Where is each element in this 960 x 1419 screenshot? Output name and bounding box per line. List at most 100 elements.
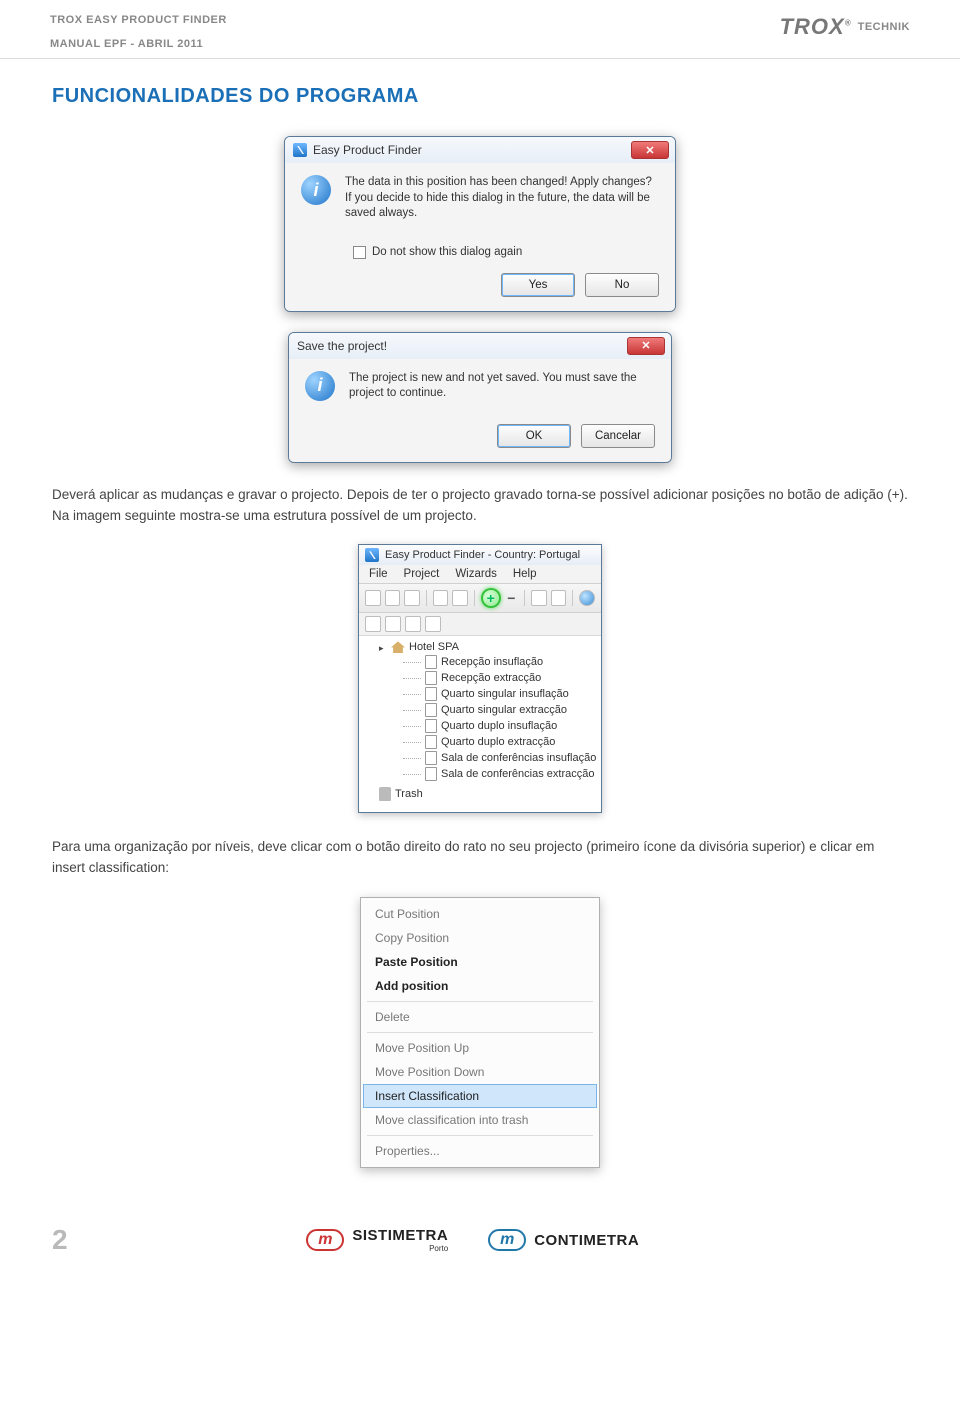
app-title: Easy Product Finder - Country: Portugal [385, 549, 580, 561]
document-icon [425, 719, 437, 733]
brand-technik-text: TECHNIK [858, 21, 910, 33]
toolbar-copy-icon[interactable] [433, 590, 449, 606]
menu-file[interactable]: File [369, 568, 388, 580]
toolbar-save-icon[interactable] [404, 590, 420, 606]
document-icon [425, 703, 437, 717]
header-title: TROX EASY PRODUCT FINDER [50, 14, 227, 26]
document-icon [425, 767, 437, 781]
ok-button[interactable]: OK [497, 424, 571, 448]
context-menu: Cut Position Copy Position Paste Positio… [360, 897, 600, 1168]
brand-sistimetra-sub: Porto [352, 1244, 448, 1253]
checkbox-icon [353, 246, 366, 259]
ctx-move-up[interactable]: Move Position Up [363, 1036, 597, 1060]
ctx-properties[interactable]: Properties... [363, 1139, 597, 1163]
brand-contimetra-text: CONTIMETRA [534, 1232, 639, 1249]
project-icon [391, 641, 405, 653]
page-header: TROX EASY PRODUCT FINDER MANUAL EPF - AB… [0, 0, 960, 59]
tree-item[interactable]: Recepção extracção [365, 670, 597, 686]
tree-item[interactable]: Quarto duplo extracção [365, 734, 597, 750]
page-footer: 2 m SISTIMETRA Porto m CONTIMETRA [0, 1208, 960, 1276]
toolbar-open-icon[interactable] [385, 590, 401, 606]
menu-help[interactable]: Help [513, 568, 537, 580]
footer-brands: m SISTIMETRA Porto m CONTIMETRA [306, 1227, 639, 1253]
dialog2-message: The project is new and not yet saved. Yo… [349, 371, 655, 402]
view-list-icon[interactable] [365, 616, 381, 632]
section-title: FUNCIONALIDADES DO PROGRAMA [52, 85, 908, 108]
brand-logo: TROX® TECHNIK [780, 14, 910, 40]
brand-trox-text: TROX® [780, 14, 852, 40]
toolbar-separator [474, 590, 475, 606]
view-collapse-icon[interactable] [425, 616, 441, 632]
toolbar-separator [572, 590, 573, 606]
brand-contimetra: m CONTIMETRA [488, 1229, 639, 1251]
view-expand-icon[interactable] [405, 616, 421, 632]
toolbar-print-icon[interactable] [452, 590, 468, 606]
ctx-paste-position[interactable]: Paste Position [363, 950, 597, 974]
dialog-save-project: Save the project! ✕ i The project is new… [288, 332, 672, 463]
app-toolbar: + − [359, 583, 601, 613]
tree-item-label: Quarto duplo insuflação [441, 720, 557, 732]
ctx-copy-position[interactable]: Copy Position [363, 926, 597, 950]
toolbar-chart-icon[interactable] [551, 590, 567, 606]
expand-toggle-icon[interactable]: ▸ [379, 643, 387, 651]
tree-item[interactable]: Quarto duplo insuflação [365, 718, 597, 734]
paragraph-1: Deverá aplicar as mudanças e gravar o pr… [52, 485, 908, 527]
tree-item[interactable]: Quarto singular insuflação [365, 686, 597, 702]
tree-item-label: Sala de conferências extracção [441, 768, 594, 780]
no-button[interactable]: No [585, 273, 659, 297]
yes-button[interactable]: Yes [501, 273, 575, 297]
ctx-add-position[interactable]: Add position [363, 974, 597, 998]
do-not-show-checkbox[interactable]: Do not show this dialog again [353, 246, 659, 259]
close-button[interactable]: ✕ [631, 141, 669, 159]
header-left: TROX EASY PRODUCT FINDER MANUAL EPF - AB… [50, 14, 227, 50]
dialog1-title: Easy Product Finder [313, 143, 422, 157]
tree-item-label: Quarto singular extracção [441, 704, 567, 716]
tree-item[interactable]: Recepção insuflação [365, 654, 597, 670]
cancel-button[interactable]: Cancelar [581, 424, 655, 448]
tree-item[interactable]: Sala de conferências insuflação [365, 750, 597, 766]
document-icon [425, 671, 437, 685]
trash-icon [379, 787, 391, 801]
checkbox-label: Do not show this dialog again [372, 246, 522, 258]
brand-sistimetra-text: SISTIMETRA [352, 1227, 448, 1244]
app-titlebar: Easy Product Finder - Country: Portugal [359, 545, 601, 565]
ctx-cut-position[interactable]: Cut Position [363, 902, 597, 926]
view-tree-icon[interactable] [385, 616, 401, 632]
remove-position-button[interactable]: − [505, 591, 519, 605]
tree-trash[interactable]: Trash [365, 786, 597, 802]
dialog2-titlebar: Save the project! ✕ [289, 333, 671, 359]
toolbar-new-icon[interactable] [365, 590, 381, 606]
tree-item-label: Quarto singular insuflação [441, 688, 569, 700]
ctx-insert-classification[interactable]: Insert Classification [363, 1084, 597, 1108]
close-button[interactable]: ✕ [627, 337, 665, 355]
document-icon [425, 655, 437, 669]
add-position-button[interactable]: + [481, 588, 501, 608]
ctx-separator [367, 1032, 593, 1033]
toolbar-separator [524, 590, 525, 606]
document-icon [425, 751, 437, 765]
dialog1-titlebar: Easy Product Finder ✕ [285, 137, 675, 163]
ctx-delete[interactable]: Delete [363, 1005, 597, 1029]
paragraph-2: Para uma organização por níveis, deve cl… [52, 837, 908, 879]
page-number: 2 [52, 1224, 68, 1256]
info-icon: i [301, 175, 331, 205]
dialog-apply-changes: Easy Product Finder ✕ i The data in this… [284, 136, 676, 312]
ctx-separator [367, 1001, 593, 1002]
app-icon [365, 548, 379, 562]
brand-m-icon: m [306, 1229, 344, 1251]
tree-item[interactable]: Quarto singular extracção [365, 702, 597, 718]
menu-project[interactable]: Project [404, 568, 440, 580]
tree-root-label: Hotel SPA [409, 641, 459, 653]
tree-root[interactable]: ▸ Hotel SPA [365, 640, 597, 654]
menu-wizards[interactable]: Wizards [455, 568, 497, 580]
help-icon[interactable] [579, 590, 595, 606]
ctx-move-to-trash[interactable]: Move classification into trash [363, 1108, 597, 1132]
app-icon [293, 143, 307, 157]
ctx-separator [367, 1135, 593, 1136]
brand-sistimetra: m SISTIMETRA Porto [306, 1227, 448, 1253]
brand-m-icon: m [488, 1229, 526, 1251]
tree-item-label: Sala de conferências insuflação [441, 752, 596, 764]
tree-item[interactable]: Sala de conferências extracção [365, 766, 597, 782]
ctx-move-down[interactable]: Move Position Down [363, 1060, 597, 1084]
toolbar-grid-icon[interactable] [531, 590, 547, 606]
